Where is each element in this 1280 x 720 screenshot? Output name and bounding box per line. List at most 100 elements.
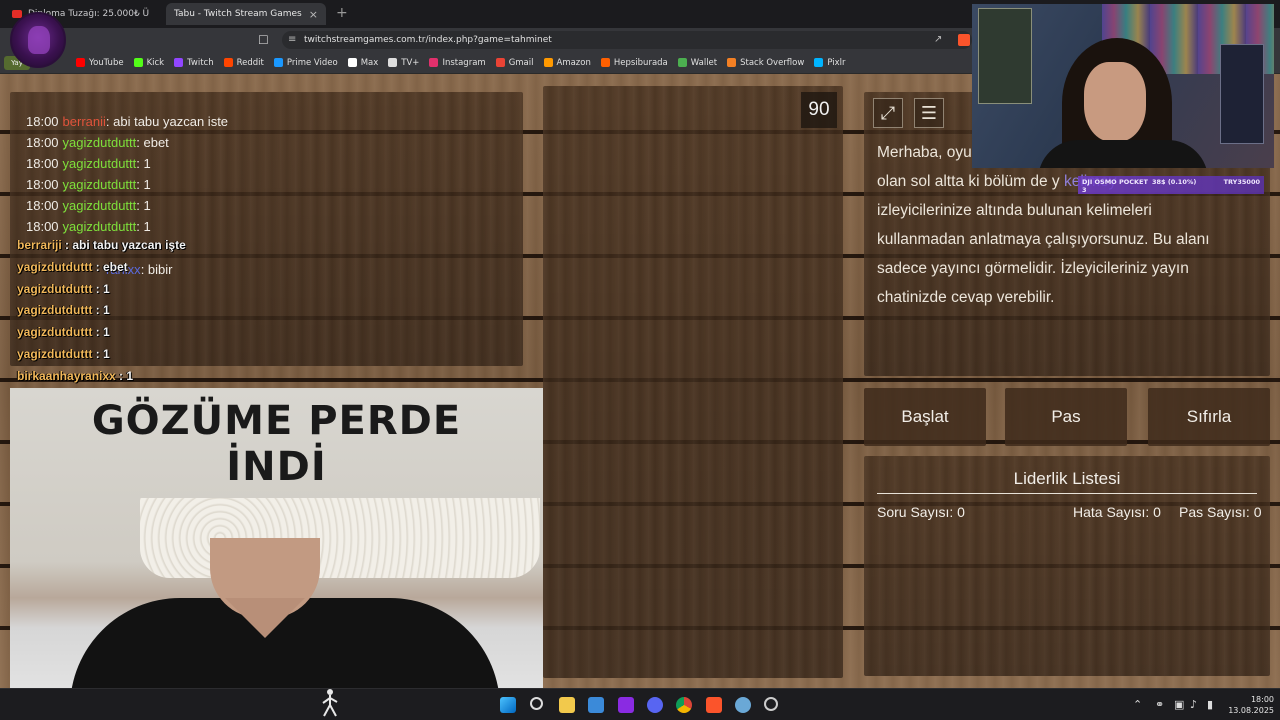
bookmark-label: Prime Video [286,57,338,68]
bookmark-prime-video[interactable]: Prime Video [273,57,338,68]
chrome-icon[interactable] [676,697,692,713]
bookmark-twitch[interactable]: Twitch [174,58,214,68]
bookmark-instagram[interactable]: Instagram [429,57,486,68]
battery-icon[interactable]: ▮ [1207,698,1213,711]
bookmark-label: Reddit [236,57,264,68]
pass-count: Pas Sayısı: 0 [1179,504,1262,520]
tray-expand-icon[interactable]: ⌃ [1133,698,1142,711]
bookmark-gmail[interactable]: Gmail [495,57,534,68]
new-tab-button[interactable]: + [336,5,348,21]
bookmark-tv-[interactable]: TV+ [388,58,419,68]
bookmark-youtube[interactable]: YouTube [76,58,124,68]
chat-username: yagizdutduttt [62,198,137,213]
bookmark-label: Instagram [442,57,486,68]
bookmark-reddit[interactable]: Reddit [223,57,264,68]
bookmark-label: Hepsiburada [613,57,668,68]
walking-figure-icon [322,689,338,717]
bookmark-max[interactable]: Max [347,58,378,68]
overlay-chat-message: : abi tabu yazcan işte [61,238,186,252]
bookmark-favicon-icon [347,58,357,67]
overlay-chat-username: yagizdutduttt [17,325,93,340]
instructions-line: chatinizde cevap verebilir. [877,289,1055,306]
bookmark-stack-overflow[interactable]: Stack Overflow [727,58,804,68]
search-icon[interactable] [530,697,543,710]
bookmark-label: Twitch [187,57,214,68]
brave-icon[interactable] [706,697,722,713]
bookmark-hepsiburada[interactable]: Hepsiburada [600,57,668,68]
close-tab-icon[interactable]: × [309,8,318,21]
bookmark-favicon-icon [174,58,184,67]
meme-caption: GÖZÜME PERDE İNDİ [10,398,543,490]
bookmark-label: Wallet [690,57,718,68]
file-explorer-icon[interactable] [559,697,575,713]
bookmark-favicon-icon [543,58,553,67]
overlay-chat-message: : 1 [92,303,110,318]
reset-button[interactable]: Sıfırla [1148,388,1270,446]
bookmark-favicon-icon [273,58,283,67]
chat-message: : 1 [136,177,151,192]
bookmark-favicon-icon [429,58,439,67]
overlay-chat-username: yagizdutduttt [17,347,93,361]
chat-username: yagizdutduttt [62,219,137,234]
bookmark-label: Amazon [556,57,591,68]
store-icon[interactable] [588,697,604,713]
overlay-chat-message: : 1 [92,281,110,296]
clock-time: 18:00 [1250,695,1274,704]
discord-icon[interactable] [647,697,663,713]
overlay-chat-line: berrariji : abi tabu yazcan işte [17,238,186,252]
share-icon[interactable]: ↗ [934,34,942,45]
overlay-chat-username: yagizdutduttt [17,281,93,296]
overlay-chat-line: yagizdutduttt : 1 [17,282,110,296]
bookmark-wallet[interactable]: Wallet [677,57,718,68]
bookmark-favicon-icon [495,58,505,67]
chat-line: 18:00 yagizdutduttt: ebet [26,135,169,150]
fullscreen-icon[interactable]: ⤢ [873,98,903,128]
instructions-line: sadece yayıncı görmelidir. İzleyicilerin… [877,260,1189,277]
site-settings-icon[interactable]: ≡ [288,34,296,45]
overlay-chat-username: yagizdutduttt [17,259,93,274]
instructions-line: kullanmadan anlatmaya çalışıyorsunuz. Bu… [877,231,1210,248]
bookmark-favicon-icon [727,58,737,67]
bookmark-pixlr[interactable]: Pixlr [814,57,846,68]
channel-logo [10,12,66,68]
url-field[interactable]: ≡ twitchstreamgames.com.tr/index.php?gam… [282,31,972,49]
start-button[interactable]: Başlat [864,388,986,446]
chat-message: : ebet [136,135,169,150]
chat-message: : 1 [136,198,151,213]
wall-banner-graphic [978,8,1032,104]
notes-icon[interactable]: ☰ [914,98,944,128]
bookmark-label: Kick [146,57,165,68]
url-text: twitchstreamgames.com.tr/index.php?game=… [304,35,552,45]
bookmark-label: Stack Overflow [740,57,805,68]
bookmark-amazon[interactable]: Amazon [543,57,591,68]
overlay-chat-message: : 1 [92,347,110,361]
start-menu-icon[interactable] [500,697,516,713]
bookmark-favicon-icon [814,58,824,67]
chat-time: 18:00 [26,198,59,213]
brave-shield-icon[interactable] [958,34,970,46]
streamer-face-graphic [1084,62,1146,142]
instructions-line: izleyicilerinize altında bulunan kelimel… [877,202,1152,219]
chat-username: yagizdutduttt [62,156,137,171]
app-icon[interactable] [618,697,634,713]
volume-icon[interactable]: ♪ [1190,698,1197,711]
overlay-chat-line: yagizdutduttt : 1 [17,325,110,339]
chat-line: 18:00 yagizdutduttt: 1 [26,219,151,234]
chat-line: 18:00 berranii: abi tabu yazcan iste [26,114,228,129]
network-icon[interactable]: ▣ [1174,698,1184,711]
system-clock[interactable]: 18:00 13.08.2025 [1222,694,1274,716]
chat-line: 18:00 yagizdutduttt: 1 [26,156,151,171]
microphone-icon[interactable]: ⚭ [1155,698,1164,711]
bookmark-label: Gmail [508,57,534,68]
bookmark-label: TV+ [401,57,420,68]
pass-button[interactable]: Pas [1005,388,1127,446]
app-icon-2[interactable] [735,697,751,713]
bookmark-label: Pixlr [827,57,846,68]
obs-icon[interactable] [764,697,778,711]
meme-caption-line-1: GÖZÜME PERDE [91,398,462,444]
bookmark-favicon-icon [133,58,143,67]
tab-tabu-game[interactable]: Tabu - Twitch Stream Games × [166,3,326,25]
chat-time: 18:00 [26,114,59,129]
bookmark-kick[interactable]: Kick [133,57,165,68]
bookmark-icon[interactable]: ☐ [258,33,270,47]
